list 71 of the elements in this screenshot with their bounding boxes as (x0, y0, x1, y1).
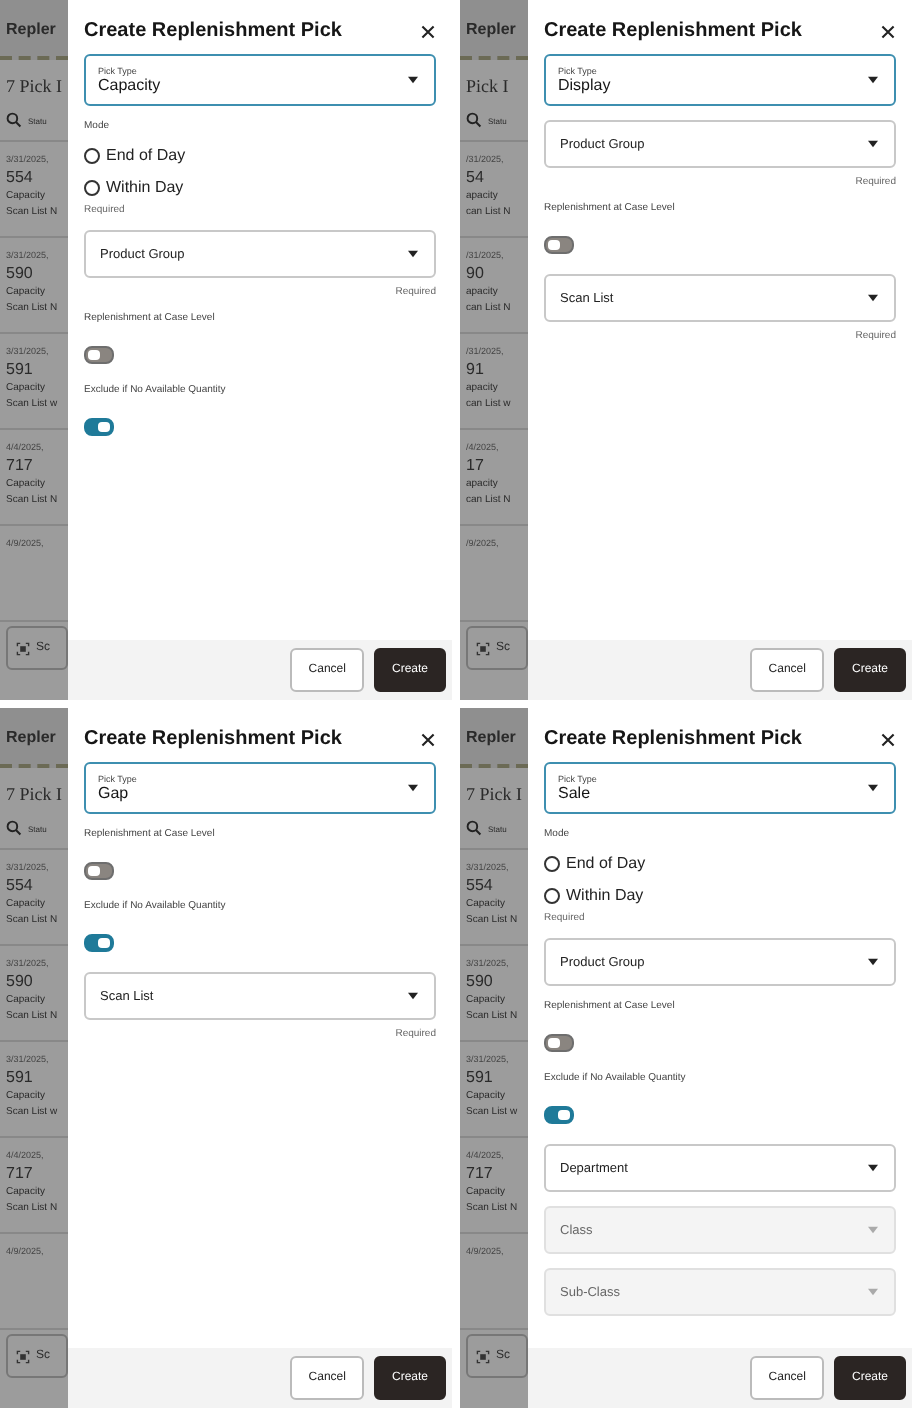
list-title: 7 Pick I (464, 782, 524, 808)
list-title: Pick I (464, 74, 511, 100)
item-text: 591 (6, 1068, 35, 1088)
caret-icon (408, 250, 418, 258)
search-icon[interactable] (6, 112, 22, 128)
radio-option[interactable]: Within Day (84, 178, 184, 196)
dialog-title: Create Replenishment Pick (84, 20, 342, 42)
page-title: Repler (6, 19, 56, 37)
toggle-switch[interactable] (84, 346, 114, 364)
item-text: 591 (6, 360, 35, 380)
list-title: 7 Pick I (4, 74, 64, 100)
page-title: Repler (466, 19, 516, 37)
item-text: 17 (466, 456, 486, 476)
caret-icon (868, 1226, 878, 1234)
scan-icon (476, 1349, 490, 1363)
caret-icon (408, 992, 418, 1000)
toggle-switch[interactable] (544, 1034, 574, 1052)
item-text: 717 (6, 456, 35, 476)
radio-option[interactable]: End of Day (544, 854, 646, 872)
search-icon[interactable] (466, 112, 482, 128)
item-text: 54 (466, 168, 486, 188)
caret-icon (408, 76, 418, 84)
caret-icon (868, 294, 878, 302)
radio-label: Within Day (106, 178, 184, 196)
item-text: 554 (466, 876, 495, 896)
page-title: Repler (6, 727, 56, 745)
toggle-switch[interactable] (544, 1106, 574, 1124)
caret-icon (408, 784, 418, 792)
item-text: 591 (466, 1068, 495, 1088)
dialog-title: Create Replenishment Pick (544, 20, 802, 42)
toggle-switch[interactable] (544, 236, 574, 254)
item-text: 91 (466, 360, 486, 380)
item-text: 554 (6, 876, 35, 896)
item-text: 590 (466, 972, 495, 992)
toggle-switch[interactable] (84, 862, 114, 880)
item-text: 717 (466, 1164, 495, 1184)
radio-option[interactable]: Within Day (544, 886, 644, 904)
radio-circle[interactable] (544, 855, 560, 871)
caret-icon (868, 958, 878, 966)
search-icon[interactable] (466, 820, 482, 836)
scan-icon (16, 641, 30, 655)
list-title: 7 Pick I (4, 782, 64, 808)
caret-icon (868, 1288, 878, 1296)
toggle-switch[interactable] (84, 934, 114, 952)
toggle-switch[interactable] (84, 418, 114, 436)
item-text: 554 (6, 168, 35, 188)
radio-label: End of Day (566, 854, 646, 872)
item-text: 717 (6, 1164, 35, 1184)
item-text: 590 (6, 264, 35, 284)
caret-icon (868, 76, 878, 84)
dialog-title: Create Replenishment Pick (84, 728, 342, 750)
radio-label: Within Day (566, 886, 644, 904)
radio-option[interactable]: End of Day (84, 146, 186, 164)
page-title: Repler (466, 727, 516, 745)
caret-icon (868, 784, 878, 792)
scan-icon (16, 1349, 30, 1363)
caret-icon (868, 1164, 878, 1172)
radio-circle[interactable] (84, 179, 100, 195)
dialog-title: Create Replenishment Pick (544, 728, 802, 750)
radio-circle[interactable] (544, 887, 560, 903)
item-text: 90 (466, 264, 486, 284)
close-icon[interactable] (880, 731, 896, 747)
close-icon[interactable] (880, 23, 896, 39)
radio-circle[interactable] (84, 147, 100, 163)
search-icon[interactable] (6, 820, 22, 836)
scan-icon (476, 641, 490, 655)
caret-icon (868, 140, 878, 148)
radio-label: End of Day (106, 146, 186, 164)
item-text: 590 (6, 972, 35, 992)
close-icon[interactable] (420, 23, 436, 39)
close-icon[interactable] (420, 731, 436, 747)
